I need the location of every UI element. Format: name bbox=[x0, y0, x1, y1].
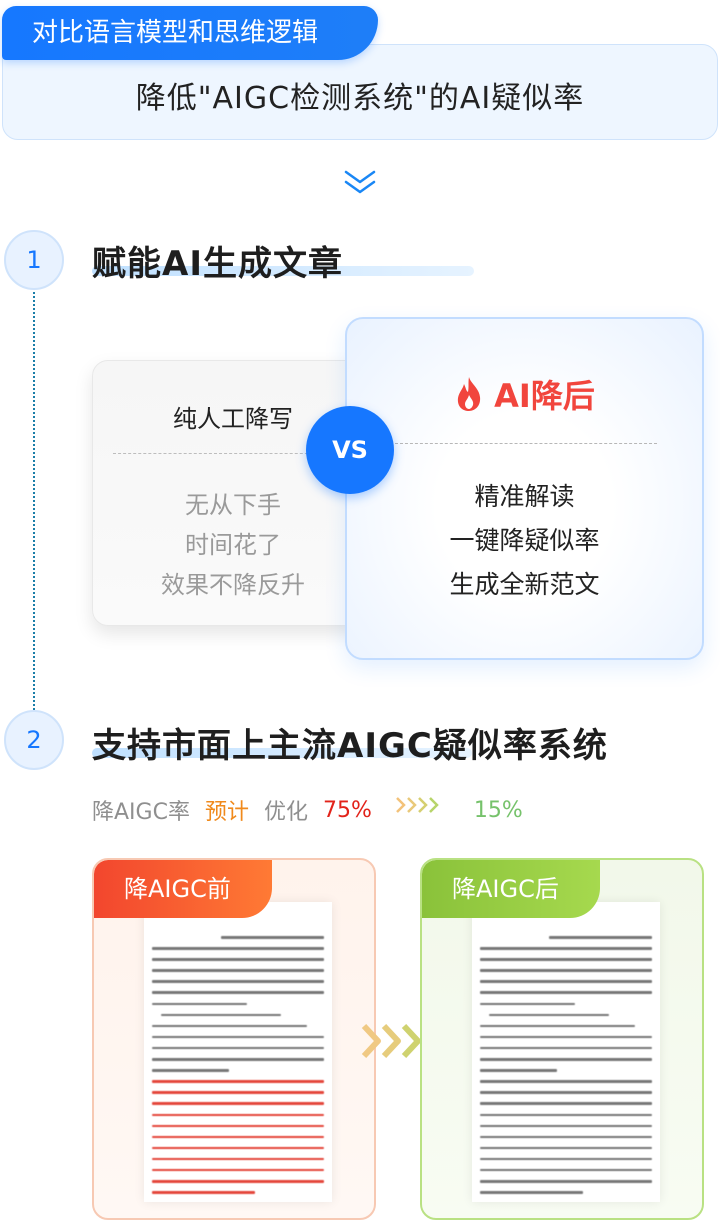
document-after-card: 降AIGC后 bbox=[420, 858, 704, 1220]
stats-optimize: 优化 bbox=[263, 800, 308, 825]
document-page bbox=[472, 902, 660, 1202]
manual-rewrite-card: 纯人工降写 无从下手 时间花了 效果不降反升 bbox=[92, 360, 382, 626]
ai-rewrite-card: AI降后 精准解读 一键降疑似率 生成全新范文 bbox=[345, 317, 704, 660]
manual-rewrite-item: 无从下手 bbox=[185, 491, 281, 519]
document-before-card: 降AIGC前 bbox=[92, 858, 376, 1220]
ai-rewrite-item: 生成全新范文 bbox=[449, 570, 600, 599]
ai-rewrite-title-text: AI降后 bbox=[494, 377, 595, 415]
document-text-lines bbox=[480, 936, 652, 1202]
document-text-lines bbox=[152, 936, 324, 1202]
step-number-2: 2 bbox=[4, 710, 64, 770]
banner-tag: 对比语言模型和思维逻辑 bbox=[2, 6, 378, 60]
manual-rewrite-item: 时间花了 bbox=[185, 531, 281, 559]
stats-after-value: 15% bbox=[473, 797, 523, 823]
divider bbox=[395, 443, 657, 444]
banner-subtitle: 降低"AIGC检测系统"的AI疑似率 bbox=[135, 81, 585, 116]
step-title-1: 赋能AI生成文章 bbox=[92, 244, 343, 284]
ai-rewrite-item: 精准解读 bbox=[474, 482, 575, 511]
ai-rewrite-title: AI降后 bbox=[347, 371, 702, 417]
document-after-label: 降AIGC后 bbox=[422, 860, 600, 918]
stats-label: 降AIGC率 bbox=[92, 800, 190, 825]
aigc-rate-stats: 降AIGC率 预计 优化 75% 15% bbox=[92, 794, 523, 826]
document-page bbox=[144, 902, 332, 1202]
stats-before-value: 75% bbox=[322, 797, 372, 823]
fire-icon bbox=[458, 377, 481, 411]
step-title-2: 支持市面上主流AIGC疑似率系统 bbox=[92, 726, 608, 766]
step-connector-line bbox=[33, 292, 35, 710]
vs-badge: VS bbox=[306, 406, 394, 494]
ai-rewrite-item: 一键降疑似率 bbox=[449, 526, 600, 555]
step-number-1: 1 bbox=[4, 230, 64, 290]
document-before-label: 降AIGC前 bbox=[94, 860, 272, 918]
stats-forecast: 预计 bbox=[204, 800, 249, 825]
manual-rewrite-item: 效果不降反升 bbox=[161, 571, 305, 599]
arrows-right-icon bbox=[396, 797, 439, 813]
chevron-double-down-icon bbox=[344, 170, 376, 194]
divider bbox=[113, 453, 323, 454]
